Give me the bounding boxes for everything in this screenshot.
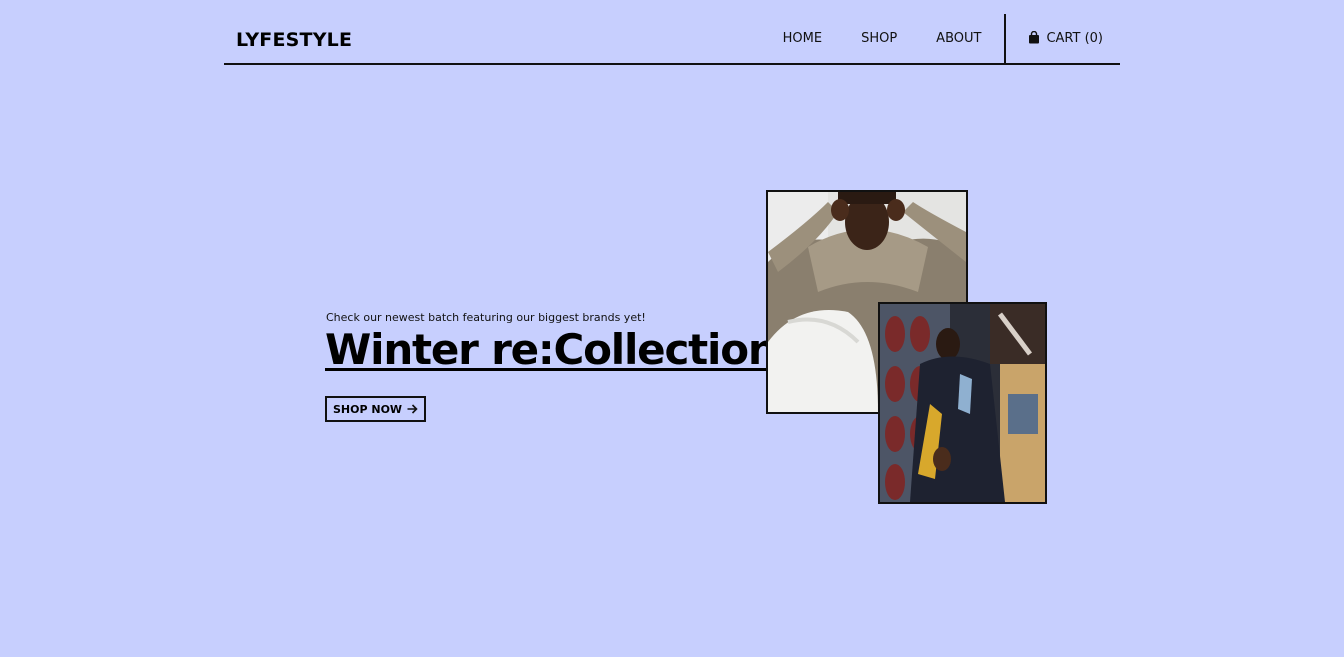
nav-link-home[interactable]: HOME [783,31,822,47]
hero-subtitle: Check our newest batch featuring our big… [326,311,646,324]
nav-link-about[interactable]: ABOUT [936,31,981,47]
shop-now-label: SHOP NOW [333,402,403,416]
cart-button[interactable]: CART (0) [1006,14,1120,63]
street-photo-illustration [880,304,1045,502]
shop-now-button[interactable]: SHOP NOW [325,396,427,422]
nav-link-shop[interactable]: SHOP [861,31,897,47]
shopping-bag-icon [1028,30,1040,44]
cart-label: CART (0) [1046,31,1103,46]
site-logo[interactable]: LYFESTYLE [236,28,352,52]
site-header: LYFESTYLE HOME SHOP ABOUT CART (0) [224,14,1120,65]
hero-title[interactable]: Winter re:Collection [325,325,778,375]
arrow-right-icon [407,404,418,414]
hero-photo-street [878,302,1047,504]
main-nav: HOME SHOP ABOUT CART (0) [783,14,1120,63]
